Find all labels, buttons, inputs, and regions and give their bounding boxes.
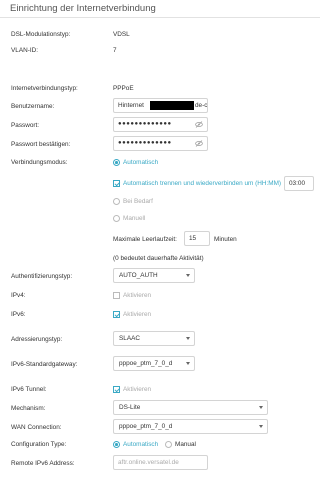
idle-time-input[interactable]: 15	[184, 231, 210, 246]
config-manual-label[interactable]: Manual	[175, 441, 196, 448]
ipv6-gateway-label: IPv6-Standardgateway:	[11, 361, 78, 368]
redaction-bar	[150, 101, 194, 110]
config-auto-radio[interactable]	[113, 441, 120, 448]
ipv6-tunnel-enable-label[interactable]: Aktivieren	[123, 386, 151, 393]
ipv4-enable-label[interactable]: Aktivieren	[123, 292, 151, 299]
vlan-id-label: VLAN-ID:	[11, 47, 38, 54]
ipv6-label: IPv6:	[11, 311, 26, 318]
ipv6-gateway-select[interactable]: pppoe_ptm_7_0_d	[113, 356, 195, 371]
idle-time-note: (0 bedeutet dauerhafte Aktivität)	[113, 255, 204, 262]
password-confirm-label: Passwort bestätigen:	[11, 141, 71, 148]
ipv4-enable-checkbox[interactable]	[113, 292, 120, 299]
remote-ipv6-input[interactable]: aftr.online.versatel.de	[113, 455, 208, 470]
mode-manual-radio[interactable]	[113, 215, 120, 222]
chevron-down-icon	[259, 406, 263, 409]
vlan-id-value: 7	[113, 47, 117, 54]
mode-auto-disconnect-label[interactable]: Automatisch trennen und wiederverbinden …	[123, 180, 281, 187]
chevron-down-icon	[186, 337, 190, 340]
chevron-down-icon	[186, 362, 190, 365]
connection-type-label: Internetverbindungstyp:	[11, 85, 78, 92]
mode-on-demand-label[interactable]: Bei Bedarf	[123, 198, 153, 205]
configuration-type-label: Configuration Type:	[11, 441, 67, 448]
remote-ipv6-label: Remote IPv6 Address:	[11, 460, 75, 467]
password-input[interactable]: ●●●●●●●●●●●●●	[113, 117, 208, 132]
dsl-modulation-value: VDSL	[113, 31, 130, 38]
mechanism-select[interactable]: DS-Lite	[113, 400, 268, 415]
ipv6-gateway-value: pppoe_ptm_7_0_d	[119, 360, 173, 367]
username-label: Benutzername:	[11, 103, 55, 110]
auth-type-label: Authentifizierungstyp:	[11, 273, 73, 280]
username-value-suffix: de-c	[195, 102, 208, 109]
auth-type-value: AUTO_AUTH	[119, 272, 158, 279]
addressing-type-select[interactable]: SLAAC	[113, 331, 195, 346]
ipv6-tunnel-label: IPv6 Tunnel:	[11, 386, 47, 393]
eye-slash-icon[interactable]	[195, 140, 203, 147]
page-title: Einrichtung der Internetverbindung	[10, 3, 156, 14]
config-manual-radio[interactable]	[165, 441, 172, 448]
reconnect-time-input[interactable]: 03:00	[284, 176, 314, 191]
title-divider	[0, 17, 320, 18]
mechanism-label: Mechanism:	[11, 405, 46, 412]
ipv6-enable-checkbox[interactable]	[113, 311, 120, 318]
password-value: ●●●●●●●●●●●●●	[118, 121, 172, 127]
idle-time-unit: Minuten	[214, 236, 237, 243]
auth-type-select[interactable]: AUTO_AUTH	[113, 268, 195, 283]
wan-connection-value: pppoe_ptm_7_0_d	[119, 423, 173, 430]
mode-auto-radio[interactable]	[113, 159, 120, 166]
password-confirm-input[interactable]: ●●●●●●●●●●●●●	[113, 136, 208, 151]
wan-connection-select[interactable]: pppoe_ptm_7_0_d	[113, 419, 268, 434]
username-value-prefix: Hinternet	[118, 102, 144, 109]
connection-mode-label: Verbindungsmodus:	[11, 159, 68, 166]
username-input[interactable]: Hinternet de-c	[113, 98, 208, 113]
addressing-type-value: SLAAC	[119, 335, 140, 342]
connection-type-value: PPPoE	[113, 85, 134, 92]
mechanism-value: DS-Lite	[119, 404, 141, 411]
wan-connection-label: WAN Connection:	[11, 424, 62, 431]
addressing-type-label: Adressierungstyp:	[11, 336, 63, 343]
mode-manual-label[interactable]: Manuell	[123, 215, 145, 222]
ipv6-enable-label[interactable]: Aktivieren	[123, 311, 151, 318]
config-auto-label[interactable]: Automatisch	[123, 441, 158, 448]
chevron-down-icon	[259, 425, 263, 428]
ipv6-tunnel-checkbox[interactable]	[113, 386, 120, 393]
password-confirm-value: ●●●●●●●●●●●●●	[118, 140, 172, 146]
mode-auto-label[interactable]: Automatisch	[123, 159, 158, 166]
eye-slash-icon[interactable]	[195, 121, 203, 128]
mode-on-demand-radio[interactable]	[113, 198, 120, 205]
ipv4-label: IPv4:	[11, 292, 26, 299]
mode-auto-disconnect-checkbox[interactable]	[113, 180, 120, 187]
idle-time-label: Maximale Leerlaufzeit:	[113, 236, 177, 243]
dsl-modulation-label: DSL-Modulationstyp:	[11, 31, 71, 38]
password-label: Passwort:	[11, 122, 40, 129]
chevron-down-icon	[186, 274, 190, 277]
